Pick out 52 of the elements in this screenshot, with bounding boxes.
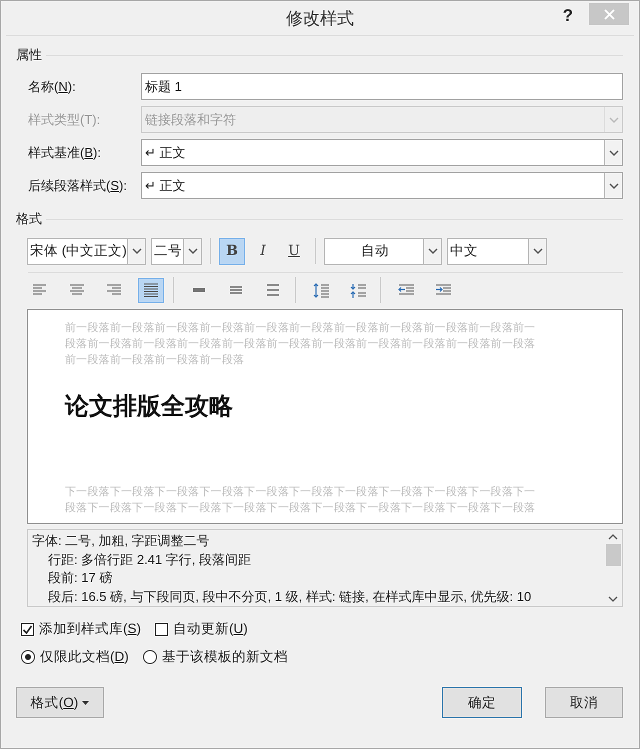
radio-option[interactable]: 基于该模板的新文档 xyxy=(142,648,288,666)
chevron-down-icon xyxy=(532,248,542,254)
underline-button[interactable]: U xyxy=(281,238,307,264)
description-line: 行距: 多倍行距 2.41 字行, 段落间距 xyxy=(47,550,252,568)
chevron-down-icon xyxy=(608,182,618,188)
format-menu-button[interactable]: 格式(O) xyxy=(16,687,104,718)
font-dropdown[interactable]: 宋体 (中文正文) xyxy=(27,238,146,264)
bold-button[interactable]: B xyxy=(219,238,245,264)
size-dropdown[interactable]: 二号 xyxy=(151,238,202,264)
description-line: 段前: 17 磅 xyxy=(47,569,114,587)
sample-text: 下一段落下一段落下一段落下一段落下一段落下一段落下一段落下一段落下一段落下一段落下一 xyxy=(65,485,536,500)
caret-icon xyxy=(82,700,90,704)
chevron-down-icon xyxy=(428,248,438,254)
help-button[interactable]: ? xyxy=(558,6,577,26)
scroll-down-icon[interactable] xyxy=(608,596,618,602)
input-field[interactable]: 标题 1 xyxy=(141,73,623,100)
field-label: 后续段落样式(S): xyxy=(28,176,128,194)
section-heading: 格式 xyxy=(16,210,42,228)
field-label: 名称(N): xyxy=(28,78,77,96)
chevron-down-icon xyxy=(608,116,618,122)
radio-button[interactable] xyxy=(142,650,157,664)
field-label: 样式基准(B): xyxy=(28,144,102,162)
description-line: 段后: 16.5 磅, 与下段同页, 段中不分页, 1 级, 样式: 链接, 在样式库中显示, 优先级: 10 xyxy=(47,588,532,606)
sample-text: 前一段落前一段落前一段落前一段落 xyxy=(65,353,246,368)
chevron-down-icon xyxy=(132,248,142,254)
checkbox-option[interactable]: 自动更新(U) xyxy=(155,620,248,638)
close-icon xyxy=(604,8,614,20)
window-title: 修改样式 xyxy=(286,8,354,30)
description-line: 字体: 二号, 加粗, 字距调整二号 xyxy=(32,532,211,550)
chevron-down-icon xyxy=(188,248,198,254)
sample-text: 前一段落前一段落前一段落前一段落前一段落前一段落前一段落前一段落前一段落前一段落前一 xyxy=(65,321,536,336)
cancel-button[interactable]: 取消 xyxy=(545,687,623,718)
radio-option[interactable]: 仅限此文档(D) xyxy=(21,648,129,666)
sample-text: 段落下一段落下一段落下一段落下一段落下一段落下一段落下一段落下一段落下一段落下一段落 xyxy=(65,501,536,516)
checkbox-option[interactable]: 添加到样式库(S) xyxy=(21,620,142,638)
italic-button[interactable]: I xyxy=(250,238,276,264)
dropdown-field[interactable]: ↵ 正文 xyxy=(141,139,623,166)
sample-text: 段落前一段落前一段落前一段落前一段落前一段落前一段落前一段落前一段落前一段落前一段落 xyxy=(65,337,536,352)
color-dropdown[interactable]: 自动 xyxy=(324,238,442,264)
chevron-down-icon xyxy=(608,150,618,156)
dropdown-field[interactable]: ↵ 正文 xyxy=(141,172,623,199)
checkbox[interactable] xyxy=(21,622,34,636)
checkbox[interactable] xyxy=(155,622,168,636)
field-label: 样式类型(T): xyxy=(28,110,102,128)
radio-button[interactable] xyxy=(21,650,35,664)
justify-icon[interactable] xyxy=(138,278,164,302)
scrollbar-thumb[interactable] xyxy=(606,544,620,566)
language-dropdown[interactable]: 中文 xyxy=(447,238,547,264)
section-heading: 属性 xyxy=(16,46,42,64)
preview-heading: 论文排版全攻略 xyxy=(65,390,234,422)
ok-button[interactable]: 确定 xyxy=(442,687,522,718)
scroll-up-icon[interactable] xyxy=(608,534,618,540)
